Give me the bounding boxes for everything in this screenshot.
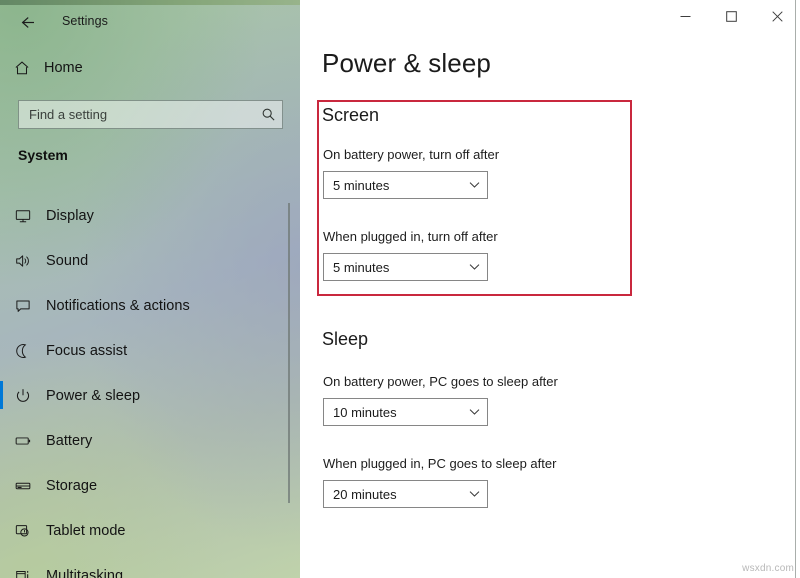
multitasking-icon bbox=[0, 567, 46, 578]
sidebar-nav-list: Display Sound Notifications & actions Fo… bbox=[0, 193, 300, 578]
sidebar-item-home[interactable]: Home bbox=[0, 50, 300, 86]
monitor-icon bbox=[0, 207, 46, 225]
sidebar-item-focus-assist-label: Focus assist bbox=[46, 342, 128, 359]
sidebar-item-display[interactable]: Display bbox=[0, 193, 300, 238]
moon-icon bbox=[0, 342, 46, 360]
sleep-plugged-timeout-dropdown[interactable]: 20 minutes bbox=[323, 480, 488, 508]
sidebar-item-notifications[interactable]: Notifications & actions bbox=[0, 283, 300, 328]
selection-indicator bbox=[0, 381, 3, 409]
screen-battery-label: On battery power, turn off after bbox=[323, 147, 500, 162]
chevron-down-icon bbox=[461, 181, 487, 189]
sidebar-item-battery-label: Battery bbox=[46, 432, 93, 449]
sleep-plugged-label: When plugged in, PC goes to sleep after bbox=[323, 456, 557, 471]
chevron-down-icon bbox=[461, 263, 487, 271]
sidebar-item-notifications-label: Notifications & actions bbox=[46, 297, 190, 314]
sidebar-item-storage-label: Storage bbox=[46, 477, 98, 494]
screen-battery-timeout-dropdown[interactable]: 5 minutes bbox=[323, 171, 488, 199]
watermark-text: wsxdn.com bbox=[742, 563, 794, 574]
sidebar-item-multitasking[interactable]: Multitasking bbox=[0, 553, 300, 578]
content-pane: Power & sleep Screen On battery power, t… bbox=[300, 0, 800, 578]
chevron-down-icon bbox=[461, 408, 487, 416]
notification-bubble-icon bbox=[0, 297, 46, 315]
sleep-plugged-timeout-value: 20 minutes bbox=[333, 486, 397, 502]
sidebar-item-power-and-sleep-label: Power & sleep bbox=[46, 387, 141, 404]
sidebar-item-display-label: Display bbox=[46, 207, 94, 224]
sidebar-scrollbar[interactable] bbox=[288, 203, 290, 503]
drive-icon bbox=[0, 477, 46, 495]
sidebar-item-tablet-mode-label: Tablet mode bbox=[46, 522, 126, 539]
sidebar-item-tablet-mode[interactable]: Tablet mode bbox=[0, 508, 300, 553]
search-input[interactable] bbox=[19, 101, 254, 128]
sidebar-item-sound-label: Sound bbox=[46, 252, 89, 269]
settings-window: Settings Home System bbox=[0, 0, 800, 578]
minimize-icon[interactable] bbox=[662, 0, 708, 32]
sidebar-item-focus-assist[interactable]: Focus assist bbox=[0, 328, 300, 373]
sidebar-item-multitasking-label: Multitasking bbox=[46, 567, 124, 578]
sidebar-item-battery[interactable]: Battery bbox=[0, 418, 300, 463]
sidebar-item-sound[interactable]: Sound bbox=[0, 238, 300, 283]
search-icon bbox=[254, 107, 282, 122]
chevron-down-icon bbox=[461, 490, 487, 498]
app-title: Settings bbox=[62, 14, 108, 28]
sleep-battery-timeout-value: 10 minutes bbox=[333, 404, 397, 420]
page-title: Power & sleep bbox=[322, 48, 491, 78]
screen-battery-timeout-value: 5 minutes bbox=[333, 177, 390, 193]
home-icon bbox=[0, 59, 44, 77]
speaker-icon bbox=[0, 252, 46, 270]
sidebar-item-power-and-sleep[interactable]: Power & sleep bbox=[0, 373, 300, 418]
screen-plugged-timeout-dropdown[interactable]: 5 minutes bbox=[323, 253, 488, 281]
back-arrow-icon[interactable] bbox=[14, 9, 40, 35]
sidebar: Settings Home System bbox=[0, 0, 300, 578]
screen-plugged-timeout-value: 5 minutes bbox=[333, 259, 390, 275]
sidebar-item-home-label: Home bbox=[44, 60, 83, 76]
screen-plugged-label: When plugged in, turn off after bbox=[323, 229, 498, 244]
sidebar-category-title: System bbox=[18, 147, 68, 163]
sleep-group-title: Sleep bbox=[322, 329, 369, 349]
power-icon bbox=[0, 387, 46, 405]
close-icon[interactable] bbox=[754, 0, 800, 32]
battery-icon bbox=[0, 432, 46, 450]
window-controls bbox=[662, 0, 800, 32]
tablet-hand-icon bbox=[0, 522, 46, 540]
screen-group-title: Screen bbox=[322, 105, 380, 125]
maximize-icon[interactable] bbox=[708, 0, 754, 32]
window-right-border bbox=[795, 0, 796, 578]
sidebar-titlebar: Settings bbox=[0, 5, 300, 38]
sleep-battery-timeout-dropdown[interactable]: 10 minutes bbox=[323, 398, 488, 426]
sidebar-item-storage[interactable]: Storage bbox=[0, 463, 300, 508]
search-box[interactable] bbox=[18, 100, 283, 129]
sleep-battery-label: On battery power, PC goes to sleep after bbox=[323, 374, 558, 389]
